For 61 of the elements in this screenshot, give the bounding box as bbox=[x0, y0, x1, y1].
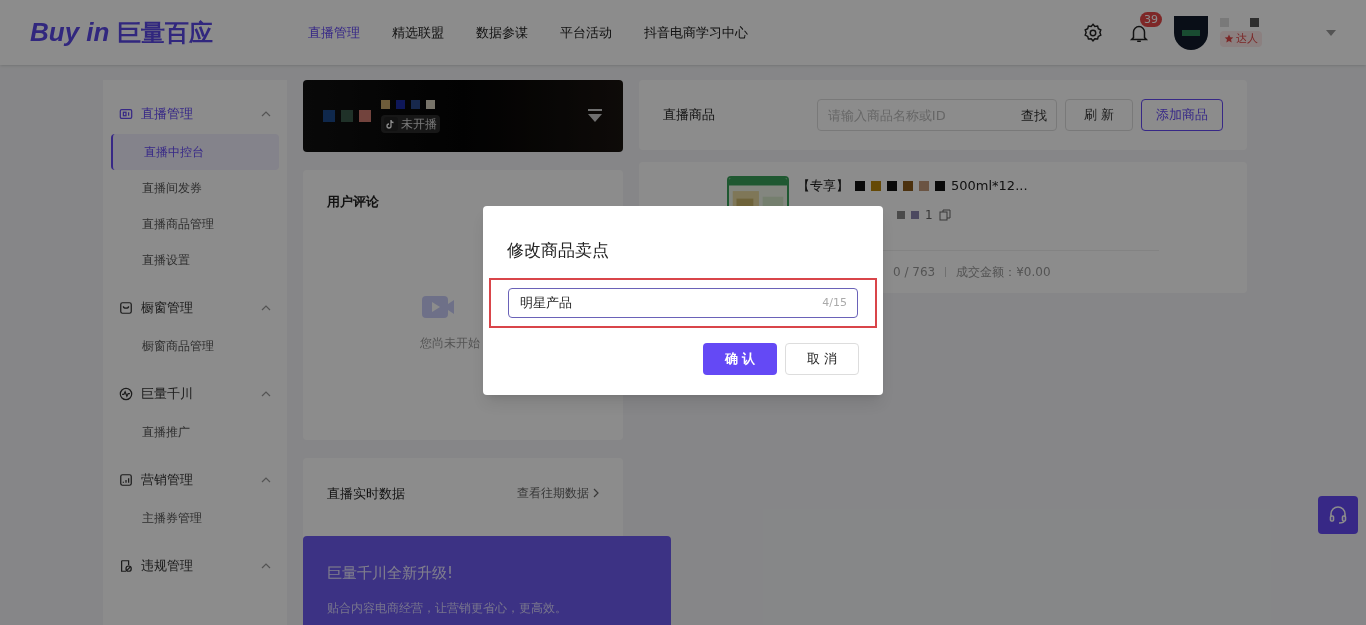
avatar[interactable] bbox=[1174, 15, 1208, 50]
card-title: 用户评论 bbox=[327, 193, 380, 211]
sidebar-group[interactable]: 违规管理 bbox=[141, 556, 193, 576]
copy-icon[interactable] bbox=[938, 208, 951, 221]
sidebar-group[interactable]: 巨量千川 bbox=[141, 384, 193, 404]
settings-icon[interactable] bbox=[1082, 21, 1104, 44]
star-icon bbox=[1224, 34, 1234, 44]
mosaic-drawing bbox=[1220, 17, 1262, 27]
logo-text: 巨量百应 bbox=[117, 18, 214, 49]
card-title: 直播实时数据 bbox=[327, 485, 405, 503]
nav-link[interactable]: 平台活动 bbox=[560, 22, 612, 43]
caret-up-icon[interactable] bbox=[261, 391, 271, 397]
headset-icon bbox=[1328, 505, 1348, 525]
dialog-title: 修改商品卖点 bbox=[507, 239, 610, 262]
chevron-right-icon bbox=[593, 488, 599, 498]
history-link[interactable]: 查看往期数据 bbox=[517, 484, 599, 502]
sidebar-item[interactable]: 直播推广 bbox=[111, 414, 279, 450]
sidebar-group[interactable]: 橱窗管理 bbox=[141, 298, 193, 318]
notification-badge: 39 bbox=[1140, 11, 1162, 27]
video-icon bbox=[119, 107, 133, 121]
dropdown-icon[interactable] bbox=[587, 109, 603, 123]
role-tag: 达人 bbox=[1220, 30, 1262, 48]
logo-text: Buy in bbox=[30, 16, 110, 49]
product-title: 500ml*12... bbox=[951, 177, 1028, 195]
live-status-tag: 未开播 bbox=[381, 114, 440, 133]
nav-link[interactable]: 抖音电商学习中心 bbox=[644, 22, 748, 43]
character-counter: 4/15 bbox=[822, 294, 847, 311]
sidebar-group[interactable]: 直播管理 bbox=[141, 104, 193, 124]
sidebar-item[interactable]: 直播间发券 bbox=[111, 170, 279, 206]
sidebar-item[interactable]: 直播中控台 bbox=[111, 134, 279, 170]
cancel-button[interactable]: 取 消 bbox=[785, 342, 859, 375]
chart-icon bbox=[119, 473, 133, 487]
document-icon bbox=[119, 559, 133, 573]
promo-text: 贴合内容电商经营，让营销更省心，更高效。 bbox=[327, 599, 568, 617]
product-id: 1 bbox=[925, 206, 933, 224]
bag-icon bbox=[119, 301, 133, 315]
pulse-icon bbox=[119, 387, 133, 401]
support-button[interactable] bbox=[1318, 496, 1358, 534]
sidebar-item[interactable]: 主播券管理 bbox=[111, 500, 279, 536]
promo-title: 巨量千川全新升级! bbox=[327, 563, 454, 584]
confirm-button[interactable]: 确 认 bbox=[703, 342, 777, 375]
sidebar-item[interactable]: 直播设置 bbox=[111, 242, 279, 278]
caret-down-icon[interactable] bbox=[1326, 29, 1336, 36]
caret-up-icon[interactable] bbox=[261, 305, 271, 311]
nav-link[interactable]: 直播管理 bbox=[308, 22, 360, 43]
sidebar-item[interactable]: 橱窗商品管理 bbox=[111, 328, 279, 364]
sidebar-item[interactable]: 直播商品管理 bbox=[111, 206, 279, 242]
mosaic-drawing bbox=[323, 110, 371, 122]
mosaic-drawing bbox=[897, 210, 919, 219]
add-product-button[interactable]: 添加商品 bbox=[1141, 99, 1223, 131]
refresh-button[interactable]: 刷 新 bbox=[1064, 99, 1133, 131]
product-title: 【专享】 bbox=[797, 177, 849, 195]
card-title: 直播商品 bbox=[663, 106, 715, 125]
caret-up-icon[interactable] bbox=[261, 477, 271, 483]
sidebar-group[interactable]: 营销管理 bbox=[141, 470, 193, 490]
search-text-button[interactable]: 查找 bbox=[1020, 106, 1047, 126]
caret-up-icon[interactable] bbox=[261, 111, 271, 117]
nav-link[interactable]: 数据参谋 bbox=[476, 22, 528, 43]
stock-text: 0 / 763 bbox=[893, 264, 936, 281]
nav-link[interactable]: 精选联盟 bbox=[392, 22, 444, 43]
caret-up-icon[interactable] bbox=[261, 563, 271, 569]
